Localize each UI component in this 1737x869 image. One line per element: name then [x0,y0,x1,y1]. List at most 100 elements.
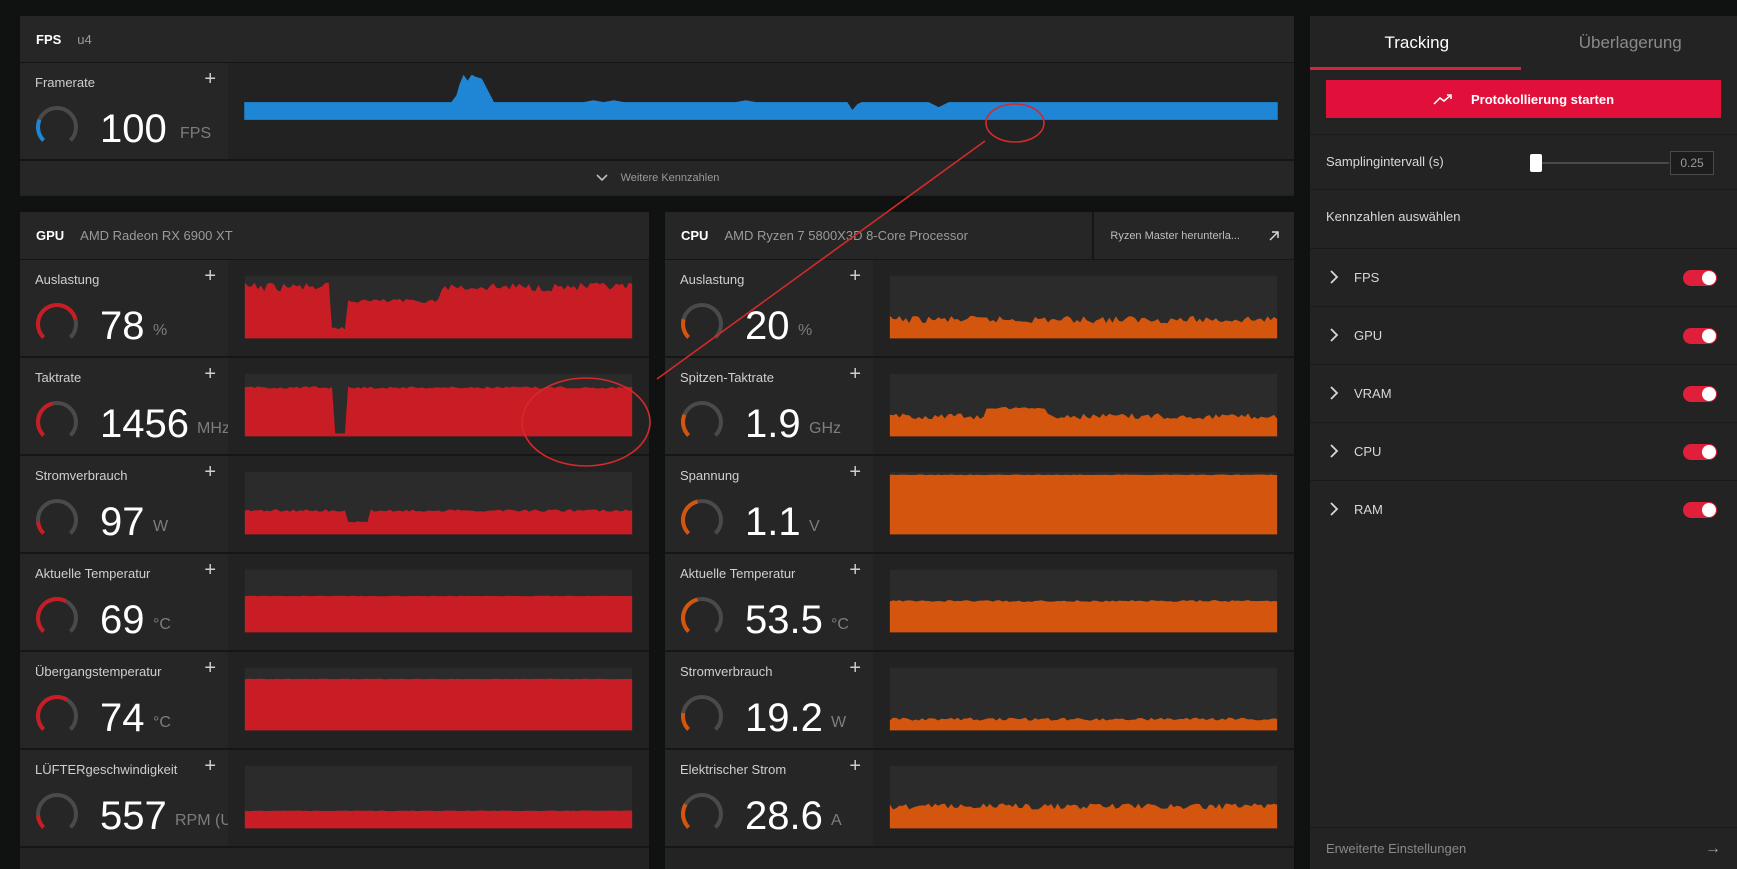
cpu-metric-row: Spannung + 1.1 V [665,456,1294,554]
metric-unit: % [798,322,813,339]
metric-value: 69 [100,598,145,642]
gauge-icon [36,793,78,829]
plus-icon[interactable]: + [204,756,216,776]
gauge-icon [681,695,723,731]
gpu-metric-row: Aktuelle Temperatur + 69 °C [20,554,649,652]
sidebar-item-vram[interactable]: VRAM [1310,364,1737,422]
gauge-track [36,793,78,829]
plus-icon[interactable]: + [849,756,861,776]
gauge-icon [681,401,723,437]
plus-icon[interactable]: + [204,560,216,580]
metric-unit: GHz [809,420,841,437]
gpu-metric-card: Stromverbrauch + 97 W [20,456,228,552]
metric-value: 20 [745,304,790,348]
gpu-metric-row: Auslastung + 78 % [20,260,649,358]
cpu-metric-list: Auslastung + 20 % Spitzen-Taktrate + 1.9… [665,260,1294,848]
gpu-metric-card: Auslastung + 78 % [20,260,228,356]
metric-label: Auslastung [35,272,100,287]
cpu-panel: CPU AMD Ryzen 7 5800X3D 8-Core Processor… [665,212,1294,869]
fps-title: FPS [36,31,62,47]
cpu-metric-card: Spitzen-Taktrate + 1.9 GHz [665,358,873,454]
metric-label: Elektrischer Strom [680,762,787,777]
gauge-track [681,401,723,437]
toggle-switch[interactable] [1683,501,1717,518]
plus-icon[interactable]: + [204,364,216,384]
plus-icon[interactable]: + [204,266,216,286]
plus-icon[interactable]: + [849,658,861,678]
plus-icon[interactable]: + [204,658,216,678]
metric-label: Framerate [35,75,95,90]
toggle-switch[interactable] [1683,385,1717,402]
sidebar-tabs: Tracking Überlagerung [1310,16,1737,70]
sidebar-item-fps[interactable]: FPS [1310,248,1737,306]
metric-unit: % [153,322,168,339]
cpu-metric-card: Elektrischer Strom + 28.6 A [665,750,873,846]
cpu-metric-row: Aktuelle Temperatur + 53.5 °C [665,554,1294,652]
advanced-settings-link[interactable]: Erweiterte Einstellungen → [1310,827,1737,869]
more-metrics-button[interactable]: Weitere Kennzahlen [20,161,1294,194]
gauge-fill [36,303,78,339]
tab-overlay[interactable]: Überlagerung [1524,16,1737,70]
plus-icon[interactable]: + [849,364,861,384]
ryzen-master-link[interactable]: Ryzen Master herunterla... [1092,212,1294,259]
metric-unit: FPS [180,125,212,142]
sampling-value-field[interactable]: 0.25 [1670,151,1714,175]
sidebar-item-ram[interactable]: RAM [1310,480,1737,538]
gauge-track [681,793,723,829]
gauge-icon [681,793,723,829]
gpu-title: GPU [36,228,65,243]
plus-icon[interactable]: + [204,462,216,482]
toggle-switch[interactable] [1683,269,1717,286]
metric-unit: A [831,812,842,829]
plus-icon[interactable]: + [849,462,861,482]
sidebar-item-gpu[interactable]: GPU [1310,306,1737,364]
metric-unit: °C [153,616,171,633]
sampling-slider-track[interactable] [1536,162,1669,164]
ryzen-master-label: Ryzen Master herunterla... [1110,229,1240,242]
gpu-metric-list: Auslastung + 78 % Taktrate + 1456 MHz St… [20,260,649,848]
gauge-fill [36,597,67,633]
settings-sidebar: Tracking Überlagerung Protokollierung st… [1310,16,1737,869]
sidebar-item-label: FPS [1354,270,1380,285]
graph-area [244,509,633,535]
cpu-header: CPU AMD Ryzen 7 5800X3D 8-Core Processor… [665,212,1294,260]
metric-value: 1.9 [745,402,801,446]
more-metrics-label: Weitere Kennzahlen [620,171,720,184]
gauge-fill [681,803,691,829]
gauge-icon [36,401,78,437]
metric-label: Aktuelle Temperatur [680,566,796,581]
toggle-switch[interactable] [1683,327,1717,344]
cpu-metric-row: Spitzen-Taktrate + 1.9 GHz [665,358,1294,456]
gauge-icon [36,106,78,142]
gauge-icon [36,499,78,535]
gpu-metric-graph [228,652,649,748]
plus-icon[interactable]: + [849,266,861,286]
graph-area [244,386,633,437]
gpu-metric-row: Stromverbrauch + 97 W [20,456,649,554]
start-logging-button[interactable]: Protokollierung starten [1326,80,1721,118]
fps-subtitle: u4 [77,31,92,47]
sidebar-item-cpu[interactable]: CPU [1310,422,1737,480]
gauge-icon [681,499,723,535]
sidebar-item-label: GPU [1354,328,1383,343]
plus-icon[interactable]: + [204,69,216,89]
gauge-fill [36,695,69,731]
gpu-metric-card: Taktrate + 1456 MHz [20,358,230,454]
cpu-metric-row: Elektrischer Strom + 28.6 A [665,750,1294,848]
metric-value: 557 [100,794,167,838]
sampling-slider-thumb[interactable] [1530,154,1542,172]
chevron-right-icon [1330,328,1339,342]
metrics-select-heading: Kennzahlen auswählen [1326,209,1461,224]
gauge-track [681,303,723,339]
toggle-switch[interactable] [1683,443,1717,460]
tab-tracking[interactable]: Tracking [1310,16,1524,70]
metric-unit: W [831,714,847,731]
framerate-graph [228,63,1294,159]
cpu-metric-graph [873,554,1294,650]
gpu-metric-graph [228,554,649,650]
gauge-fill [36,118,46,142]
metric-value: 53.5 [745,598,823,642]
plus-icon[interactable]: + [849,560,861,580]
metric-value: 19.2 [745,696,823,740]
gauge-icon [681,303,723,339]
